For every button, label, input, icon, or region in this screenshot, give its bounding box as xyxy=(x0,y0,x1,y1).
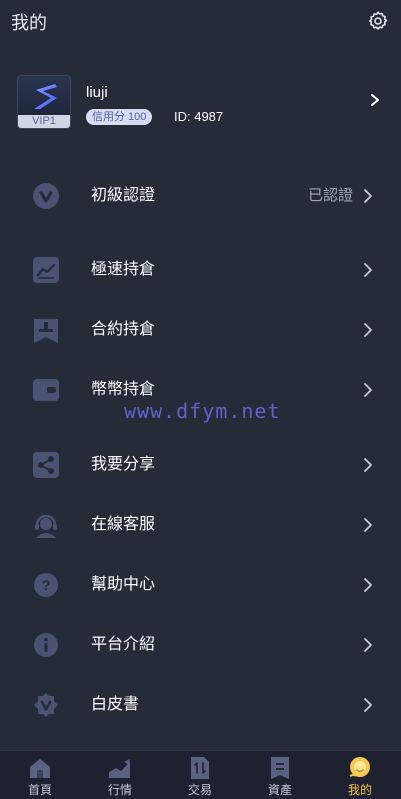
page-title: 我的 xyxy=(11,13,47,33)
menu-item-help-center[interactable]: ? 幫助中心 xyxy=(0,562,401,608)
nav-assets[interactable]: 資產 xyxy=(240,751,320,799)
menu-label: 在線客服 xyxy=(91,516,156,533)
assets-icon xyxy=(271,757,289,779)
nav-label: 首頁 xyxy=(27,783,52,797)
nav-label: 交易 xyxy=(187,783,212,797)
menu-item-contract-positions[interactable]: 合約持倉 xyxy=(0,307,401,353)
info-icon xyxy=(34,633,58,657)
logo-s-icon xyxy=(34,84,57,109)
menu-label: 我要分享 xyxy=(91,456,156,473)
user-id: ID: 4987 xyxy=(174,109,224,124)
nav-label: 資產 xyxy=(267,783,292,797)
stamp-icon xyxy=(34,319,58,343)
chevron-right-icon xyxy=(364,383,372,397)
menu-item-fast-positions[interactable]: 極速持倉 xyxy=(0,247,401,293)
menu-label: 幫助中心 xyxy=(91,576,156,593)
question-icon: ? xyxy=(34,573,58,597)
nav-label: 行情 xyxy=(107,783,132,797)
svg-text:?: ? xyxy=(42,577,51,593)
chevron-right-icon xyxy=(371,94,379,106)
home-icon xyxy=(30,759,50,778)
chevron-right-icon xyxy=(364,518,372,532)
verification-status: 已認證 xyxy=(307,187,353,204)
nav-trade[interactable]: 交易 xyxy=(160,751,240,799)
nav-profile[interactable]: 我的 xyxy=(320,751,400,799)
watermark: www.dfym.net xyxy=(124,399,281,423)
avatar: VIP1 xyxy=(17,75,71,129)
credit-score-badge: 信用分 100 xyxy=(86,109,153,125)
chevron-right-icon xyxy=(364,638,372,652)
settings-button[interactable] xyxy=(366,9,390,33)
profile-icon xyxy=(349,757,370,777)
menu-item-verification[interactable]: 初級認證 已認證 xyxy=(0,173,401,219)
profile-card[interactable]: VIP1 liuji 信用分 100 ID: 4987 xyxy=(0,66,401,140)
menu-label: 平台介紹 xyxy=(91,636,156,653)
nav-home[interactable]: 首頁 xyxy=(0,751,80,799)
wallet-icon xyxy=(33,379,59,401)
gear-icon xyxy=(369,11,388,30)
vip-badge: VIP1 xyxy=(18,115,70,128)
bottom-nav: 首頁 行情 交易 資產 我的 xyxy=(0,750,401,799)
nav-label: 我的 xyxy=(347,783,372,797)
trend-chart-icon xyxy=(33,257,59,283)
chevron-right-icon xyxy=(364,578,372,592)
chevron-right-icon xyxy=(364,189,372,203)
verified-v-icon xyxy=(33,183,59,209)
menu-item-online-support[interactable]: 在線客服 xyxy=(0,502,401,548)
username: liuji xyxy=(86,84,108,101)
chevron-right-icon xyxy=(364,458,372,472)
menu-label: 幣幣持倉 xyxy=(91,381,156,398)
menu-label: 初級認證 xyxy=(91,187,156,204)
whitepaper-badge-icon xyxy=(34,693,58,717)
menu-item-platform-intro[interactable]: 平台介紹 xyxy=(0,622,401,668)
menu-label: 極速持倉 xyxy=(91,261,156,278)
market-icon xyxy=(109,759,130,778)
menu-label: 白皮書 xyxy=(91,696,140,713)
menu-item-whitepaper[interactable]: 白皮書 xyxy=(0,682,401,728)
chevron-right-icon xyxy=(364,323,372,337)
trade-icon xyxy=(191,757,209,779)
chevron-right-icon xyxy=(364,698,372,712)
menu-label: 合約持倉 xyxy=(91,321,156,338)
chevron-right-icon xyxy=(364,263,372,277)
header: 我的 xyxy=(0,0,401,42)
share-icon xyxy=(33,452,59,478)
nav-market[interactable]: 行情 xyxy=(80,751,160,799)
headset-icon xyxy=(35,514,57,538)
menu-item-share[interactable]: 我要分享 xyxy=(0,442,401,488)
